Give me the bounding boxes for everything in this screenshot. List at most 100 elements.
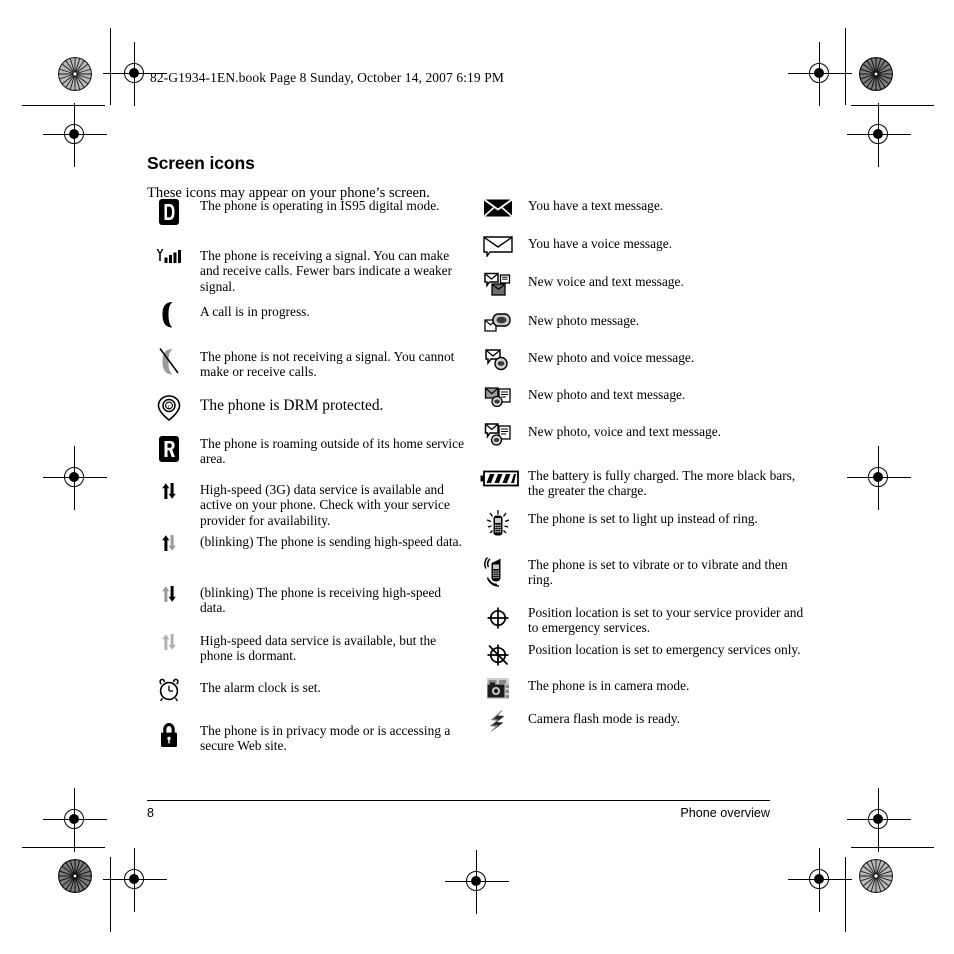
list-item: The phone is set to vibrate or to vibrat…: [476, 555, 807, 603]
footer-divider: [147, 800, 770, 801]
list-item-label: The phone is in privacy mode or is acces…: [200, 723, 451, 754]
list-item: A call is in progress.: [147, 302, 467, 347]
voice-message-envelope-icon: [476, 235, 520, 257]
list-item-label: The phone is set to light up instead of …: [528, 511, 758, 526]
list-item-label: The battery is fully charged. The more b…: [528, 468, 796, 499]
registration-crosshair-left-upper: [43, 103, 107, 167]
trim-rule-right-vertical: [845, 28, 846, 105]
no-signal-handset-slash-icon: [147, 346, 191, 376]
list-item: New photo and text message.: [476, 385, 807, 422]
registration-crosshair-top-right-inner: [788, 42, 852, 106]
roaming-r-icon: [147, 435, 191, 463]
list-item-label: The phone is not receiving a signal. You…: [200, 349, 455, 380]
list-item-label: The phone is in camera mode.: [528, 678, 690, 693]
highspeed-data-active-icon: [147, 480, 191, 502]
list-item: High-speed (3G) data service is availabl…: [147, 480, 467, 532]
registration-crosshair-right-upper: [847, 103, 911, 167]
page-title: Screen icons: [147, 152, 255, 173]
list-item-label: High-speed (3G) data service is availabl…: [200, 482, 450, 528]
list-item-label: New photo and text message.: [528, 387, 686, 402]
list-item: Position location is set to emergency se…: [476, 640, 807, 676]
vibrate-phone-icon: [476, 555, 520, 587]
voice-and-text-message-icon: [476, 272, 520, 298]
battery-full-icon: [476, 470, 524, 488]
list-item: High-speed data service is available, bu…: [147, 631, 467, 678]
list-item: (blinking) The phone is sending high-spe…: [147, 532, 467, 583]
footer-section-label: Phone overview: [680, 806, 770, 820]
registration-crosshair-left-lower: [43, 788, 107, 852]
light-up-phone-icon: [476, 509, 520, 539]
text-message-envelope-icon: [476, 197, 520, 219]
trim-rule-left-vertical-bottom: [110, 857, 111, 932]
list-item: Position location is set to your service…: [476, 603, 807, 640]
list-item: New photo, voice and text message.: [476, 422, 807, 466]
rosette-mark-bottom-right: [859, 859, 893, 893]
photo-and-text-message-icon: [476, 385, 520, 409]
list-item-label: The phone is roaming outside of its home…: [200, 436, 465, 467]
call-in-progress-handset-icon: [147, 300, 191, 330]
list-item-label: The phone is operating in IS95 digital m…: [200, 198, 440, 213]
registration-crosshair-left-middle: [43, 446, 107, 510]
list-item-label: New photo and voice message.: [528, 350, 695, 365]
list-item-label: Position location is set to your service…: [528, 605, 804, 636]
list-item-label: Position location is set to emergency se…: [528, 642, 801, 657]
list-item: New photo and voice message.: [476, 348, 807, 385]
list-item: The battery is fully charged. The more b…: [476, 466, 807, 509]
trim-rule-top-right-horizontal: [851, 105, 934, 106]
list-item-label: The phone is receiving a signal. You can…: [200, 248, 453, 294]
rosette-mark-bottom-left: [58, 859, 92, 893]
svg-text:c: c: [168, 404, 171, 411]
highspeed-data-receiving-icon: [147, 583, 191, 605]
list-item-label: The phone is set to vibrate or to vibrat…: [528, 557, 788, 588]
list-item-label: You have a voice message.: [528, 236, 673, 251]
highspeed-data-sending-icon: [147, 532, 191, 554]
icon-list-left-column: The phone is operating in IS95 digital m…: [147, 196, 467, 766]
list-item-label: New photo, voice and text message.: [528, 424, 721, 439]
list-item: The phone is in camera mode.: [476, 676, 807, 709]
highspeed-data-dormant-icon: [147, 631, 191, 653]
list-item-label: The phone is DRM protected.: [200, 397, 384, 414]
rosette-mark-top-right: [859, 57, 893, 91]
list-item: c The phone is DRM protected.: [147, 395, 467, 434]
signal-bars-icon: [147, 247, 191, 267]
list-item: The alarm clock is set.: [147, 678, 467, 721]
list-item-label: A call is in progress.: [200, 304, 310, 319]
digital-mode-d-icon: [147, 198, 191, 226]
trim-rule-bottom-right-horizontal: [851, 847, 934, 848]
list-item-label: Camera flash mode is ready.: [528, 711, 680, 726]
registration-crosshair-bottom-right-inner: [788, 848, 852, 912]
list-item-label: New voice and text message.: [528, 274, 684, 289]
list-item-label: (blinking) The phone is receiving high-s…: [200, 585, 442, 616]
list-item-label: You have a text message.: [528, 198, 664, 213]
list-item-label: New photo message.: [528, 313, 640, 328]
list-item-label: High-speed data service is available, bu…: [200, 633, 437, 664]
registration-crosshair-bottom-center: [445, 850, 509, 914]
list-item: Camera flash mode is ready.: [476, 709, 807, 745]
list-item: (blinking) The phone is receiving high-s…: [147, 583, 467, 631]
list-item: The phone is receiving a signal. You can…: [147, 246, 467, 302]
list-item: The phone is operating in IS95 digital m…: [147, 196, 467, 246]
list-item: New voice and text message.: [476, 272, 807, 311]
trim-rule-left-vertical: [110, 28, 111, 105]
trim-rule-bottom-left-horizontal: [22, 847, 105, 848]
rosette-mark-top-left: [58, 57, 92, 91]
photo-message-icon: [476, 311, 520, 335]
registration-crosshair-right-middle: [847, 446, 911, 510]
list-item: The phone is not receiving a signal. You…: [147, 347, 467, 395]
trim-rule-top-left-horizontal: [22, 105, 105, 106]
list-item: The phone is roaming outside of its home…: [147, 434, 467, 480]
camera-mode-icon: [476, 677, 520, 701]
list-item: The phone is in privacy mode or is acces…: [147, 721, 467, 766]
photo-and-voice-message-icon: [476, 348, 520, 372]
registration-crosshair-bottom-left-inner: [103, 848, 167, 912]
list-item: New photo message.: [476, 311, 807, 348]
camera-flash-ready-icon: [476, 709, 520, 737]
registration-crosshair-top-left-inner: [103, 42, 167, 106]
photo-voice-and-text-message-icon: [476, 422, 520, 448]
list-item: You have a text message.: [476, 196, 807, 234]
list-item-label: (blinking) The phone is sending high-spe…: [200, 534, 462, 549]
alarm-clock-icon: [147, 678, 191, 704]
list-item-label: The alarm clock is set.: [200, 680, 321, 695]
icon-list-right-column: You have a text message. You have a voic…: [476, 196, 807, 745]
list-item: The phone is set to light up instead of …: [476, 509, 807, 555]
